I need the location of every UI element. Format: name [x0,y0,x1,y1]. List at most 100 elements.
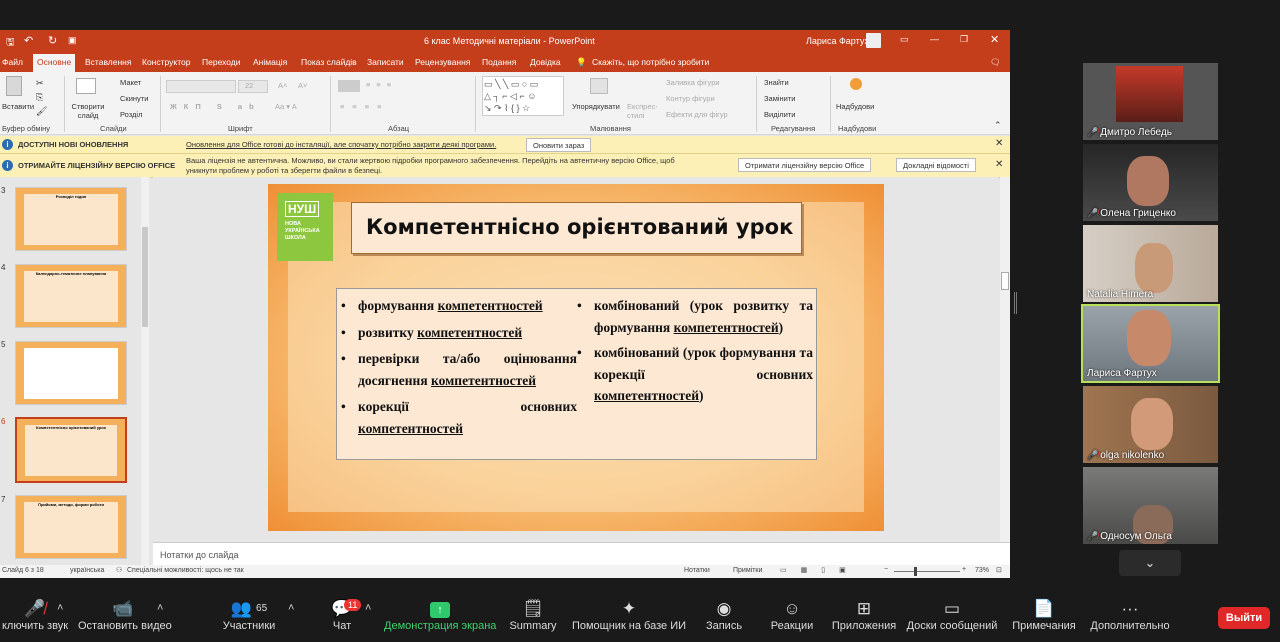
slide-thumbnail-3[interactable]: Розподіл годин [15,187,127,251]
slide-thumbnail-6[interactable]: Компетентнісно орієнтований урок [15,417,127,483]
tab-record[interactable]: Записати [367,57,404,67]
cut-icon[interactable]: ✂ [36,78,44,89]
slide-thumbnail-7[interactable]: Прийоми, методи, форми роботи [15,495,127,559]
grow-font-icon[interactable]: A˄ [278,81,287,90]
bullets-icon[interactable] [338,80,360,92]
save-icon[interactable]: 🖫 [6,35,15,52]
accessibility-status[interactable]: Спеціальні можливості: щось не так [127,567,244,574]
more-button[interactable]: ··· Дополнительно [1090,594,1170,632]
reset-button[interactable]: Скинути [120,94,148,103]
shapes-gallery[interactable]: ▭ ╲ ╲ ▭ ○ ▭ △ ┐ ⌐ ◁ ⌐ ☺ ↘ ↷ ⌇ { } ☆ [482,76,564,116]
participant-tile[interactable]: 🎤̸ olga nikolenko [1083,386,1218,463]
slide-canvas[interactable]: НУШ НОВА УКРАЇНСЬКА ШКОЛА Компетентнісно… [268,184,884,531]
layout-button[interactable]: Макет [120,78,141,87]
copy-icon[interactable]: ⎘ [36,92,43,103]
tab-animations[interactable]: Анімація [253,57,287,67]
format-painter-icon[interactable]: 🖌 [36,106,47,117]
record-button[interactable]: ◉ Запись [702,594,746,632]
quick-styles-button[interactable]: Експрес-стилі [627,102,667,120]
get-license-button[interactable]: Отримати ліцензійну версію Office [738,158,872,172]
tab-home[interactable]: Основне [33,54,76,72]
zoom-slider[interactable] [894,571,960,572]
zoom-in-icon[interactable]: + [962,566,966,573]
editor-scrollbar[interactable] [1000,177,1010,542]
tab-file[interactable]: Файл [2,57,23,67]
slide-thumbnail-4[interactable]: Календарно-тематичне планування [15,264,127,328]
notes-toggle[interactable]: Нотатки [684,567,710,574]
participant-tile[interactable]: 🎤̸ Дмитро Лебедь [1083,63,1218,140]
new-slide-button[interactable]: Створити слайд [70,102,106,120]
chevron-up-icon[interactable]: ˄ [288,602,294,614]
font-color-icon[interactable]: Aa ▾ A [275,102,297,111]
close-icon[interactable]: ✕ [990,33,999,46]
shape-fill-button[interactable]: Заливка фігури [666,78,720,87]
whiteboards-button[interactable]: ▭ Доски сообщений [906,594,998,632]
video-button[interactable]: 📹 Остановить видео [78,594,172,632]
tell-me-search[interactable]: Скажіть, що потрібно зробити [592,57,709,67]
apps-button[interactable]: ⊞ Приложения [830,594,898,632]
tab-view[interactable]: Подання [482,57,516,67]
tab-review[interactable]: Рецензування [415,57,470,67]
tab-insert[interactable]: Вставлення [85,57,131,67]
ai-assistant-button[interactable]: ✦ Помощник на базе ИИ [570,594,688,632]
split-handle[interactable] [1014,292,1017,314]
notes-button[interactable]: 📄 Примечания [1012,594,1076,632]
arrange-button[interactable]: Упорядкувати [572,102,620,111]
chevron-up-icon[interactable]: ˄ [157,602,163,614]
slide-thumbnail-5[interactable] [15,341,127,405]
chevron-up-icon[interactable]: ˄ [365,602,371,614]
zoom-out-icon[interactable]: − [884,566,888,573]
close-icon[interactable]: ✕ [995,138,1003,149]
section-button[interactable]: Розділ [120,110,142,119]
scroll-thumb[interactable] [1001,272,1009,290]
collapse-ribbon-icon[interactable]: ⌃ [994,120,1002,131]
avatar[interactable] [866,33,881,48]
ribbon-display-icon[interactable]: ▭ [900,34,909,45]
font-size-select[interactable]: 22 [238,80,268,93]
undo-icon[interactable]: ↶ [24,34,33,47]
participant-tile[interactable]: 🎤̸ Односум Ольга [1083,467,1218,544]
language-status[interactable]: українська [70,567,104,574]
chevron-down-icon[interactable]: ⌄ [1119,550,1181,576]
present-icon[interactable]: ▣ [68,35,77,46]
view-buttons[interactable]: ▭▦▯▣ [780,566,860,574]
participant-tile[interactable]: Natalia Himera [1083,225,1218,302]
tab-help[interactable]: Довідка [530,57,561,67]
comments-toggle[interactable]: Примітки [733,567,762,574]
notes-placeholder[interactable]: Нотатки до слайда [160,550,239,560]
fit-slide-icon[interactable]: ⊡ [996,566,1002,574]
tab-design[interactable]: Конструктор [142,57,190,67]
tab-transitions[interactable]: Переходи [202,57,241,67]
reactions-button[interactable]: ☺ Реакции [768,594,816,632]
maximize-icon[interactable]: ❐ [960,34,968,45]
zoom-slider-thumb[interactable] [914,567,917,576]
participant-tile[interactable]: 🎤̸ Олена Гриценко [1083,144,1218,221]
list-icons[interactable]: ≡≡≡ [366,80,397,89]
font-format-icons[interactable]: ЖКП S ab [170,102,261,111]
scroll-thumb[interactable] [142,227,148,327]
align-icons[interactable]: ≡≡≡≡ [340,102,390,111]
summary-button[interactable]: 🗒 Summary [508,594,558,632]
chevron-up-icon[interactable]: ˄ [57,602,63,614]
zoom-level[interactable]: 73% [975,567,989,574]
tab-slideshow[interactable]: Показ слайдів [301,57,357,67]
paste-button[interactable]: Вставити [2,102,34,111]
font-family-select[interactable] [166,80,236,93]
find-button[interactable]: Знайти [764,78,789,87]
replace-button[interactable]: Замінити [764,94,795,103]
minimize-icon[interactable]: — [930,34,939,44]
notes-pane[interactable]: Нотатки до слайда [153,542,1010,566]
redo-icon[interactable]: ↻ [48,34,57,47]
participant-tile-active-speaker[interactable]: Лариса Фартух [1081,304,1220,383]
update-now-button[interactable]: Оновити зараз [526,138,592,152]
participants-button[interactable]: 👥 65 Участники [220,594,278,632]
comments-icon[interactable]: 🗨 [990,57,1001,68]
addins-button[interactable]: Надбудови [836,102,874,111]
update-bar-text[interactable]: Оновлення для Office готові до інсталяці… [186,140,496,149]
shape-outline-button[interactable]: Контур фігури [666,94,715,103]
close-icon[interactable]: ✕ [995,159,1003,170]
learn-more-button[interactable]: Докладні відомості [896,158,976,172]
share-screen-button[interactable]: ↑ Демонстрация экрана [384,594,496,632]
leave-button[interactable]: Выйти [1218,607,1270,629]
thumbnails-scrollbar[interactable] [141,177,149,565]
